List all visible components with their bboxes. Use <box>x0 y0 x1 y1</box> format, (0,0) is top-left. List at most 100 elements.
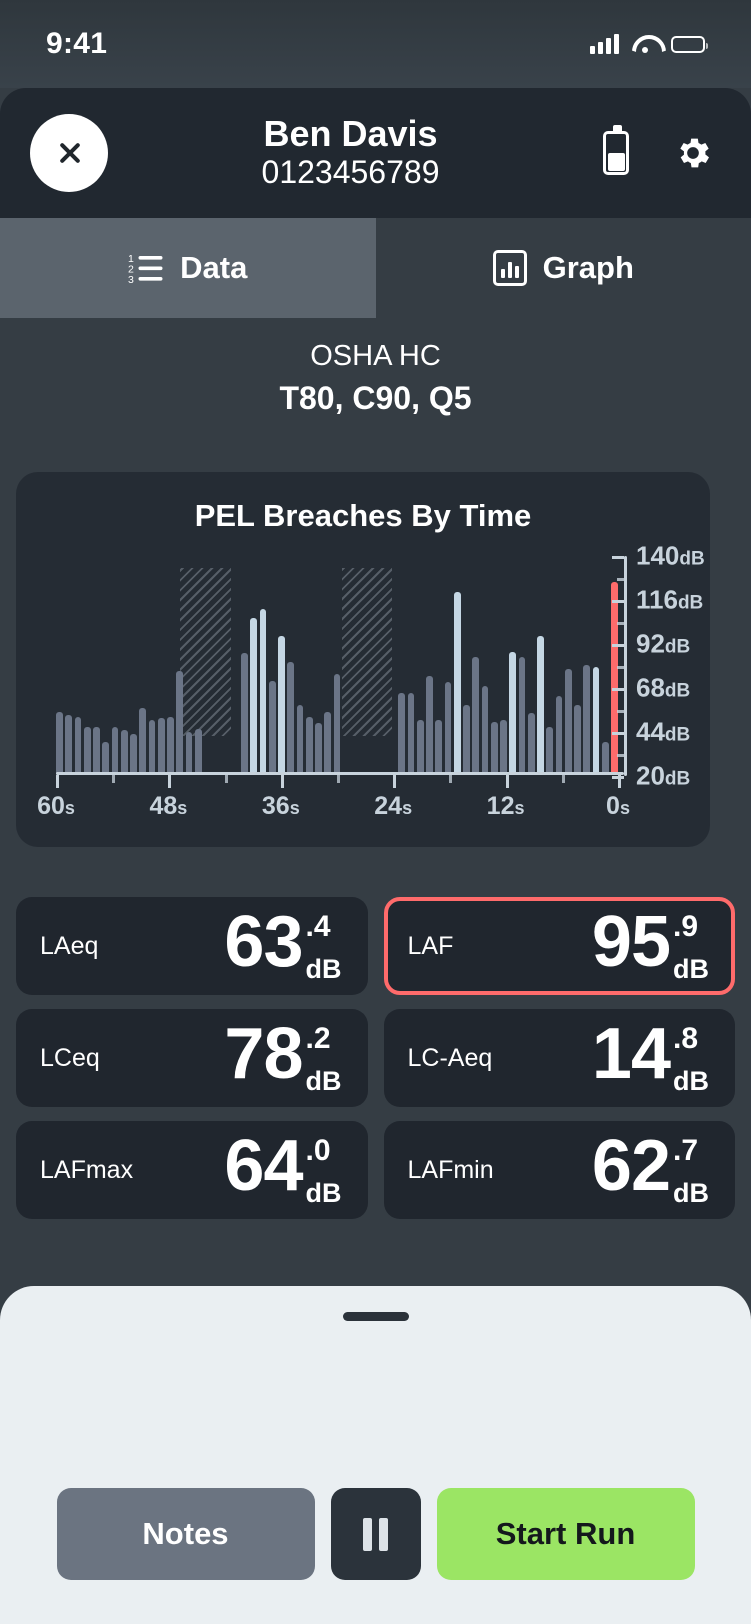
metric-card-lafmin[interactable]: LAFmin 62.7 dB <box>383 1121 735 1219</box>
y-axis-label: 44dB <box>636 716 691 747</box>
notes-button[interactable]: Notes <box>56 1488 315 1580</box>
x-axis-minor-tick <box>224 775 228 783</box>
ordered-list-icon: 1 2 3 <box>128 251 164 286</box>
metric-integer: 14 <box>591 1014 671 1094</box>
chart-bar <box>601 742 609 773</box>
close-button[interactable] <box>30 114 108 192</box>
metric-row: LAFmax 64.0 dB LAFmin 62.7 dB <box>16 1121 735 1219</box>
y-axis-label: 20dB <box>636 760 691 791</box>
y-axis-tick <box>612 776 624 779</box>
metric-integer: 63 <box>224 902 303 982</box>
chart-bar <box>333 673 341 773</box>
chart-bar <box>444 682 452 773</box>
x-axis-minor-tick <box>449 775 453 783</box>
metric-card-lc-aeq[interactable]: LC-Aeq 14.8 dB <box>383 1009 735 1107</box>
x-axis-label: 36s <box>261 792 300 820</box>
chart-bar <box>102 742 109 773</box>
metric-value: 14.8 dB <box>591 1014 709 1096</box>
tab-graph[interactable]: Graph <box>376 218 751 318</box>
x-axis-tick <box>280 775 284 788</box>
y-axis-tick <box>612 600 624 603</box>
metric-row: LCeq 78.2 dB LC-Aeq 14.8 dB <box>16 1009 735 1107</box>
metric-card-lafmax[interactable]: LAFmax 64.0 dB <box>16 1121 368 1219</box>
cellular-bars-icon <box>590 34 619 54</box>
chart-bar <box>407 692 415 773</box>
y-axis-tick <box>612 556 624 559</box>
y-axis-minor-tick <box>617 754 625 757</box>
chart-bar <box>56 711 63 773</box>
x-axis-label: 12s <box>486 792 525 820</box>
x-axis-line <box>56 772 624 775</box>
metric-decimal: .2 <box>305 1022 331 1055</box>
battery-icon <box>671 35 708 53</box>
header-title-group: Ben Davis 0123456789 <box>98 112 603 192</box>
drag-handle[interactable] <box>342 1312 409 1321</box>
chart-bar <box>148 720 156 773</box>
chart-bar <box>305 716 313 773</box>
start-run-button[interactable]: Start Run <box>436 1488 695 1580</box>
standard-name: OSHA HC <box>310 340 441 372</box>
app-header: Ben Davis 0123456789 <box>0 88 751 218</box>
pause-button[interactable] <box>330 1488 421 1580</box>
view-tabs: 1 2 3 Data Graph <box>0 218 751 318</box>
chart-bar <box>324 711 331 773</box>
chart-bar <box>527 713 535 773</box>
close-icon <box>55 139 83 167</box>
chart-bar <box>74 716 82 773</box>
x-axis-tick <box>505 775 509 788</box>
chart-bar <box>185 732 193 773</box>
chart-bar <box>315 723 322 773</box>
chart-bar <box>518 656 526 773</box>
chart-bar <box>241 653 248 773</box>
metric-unit: dB <box>673 954 709 984</box>
chart-bar <box>500 720 507 773</box>
metric-unit: dB <box>305 1066 342 1096</box>
chart-bar <box>157 718 165 773</box>
chart-bar <box>287 661 294 773</box>
measurement-mode: OSHA HC T80, C90, Q5 <box>0 336 751 420</box>
sheet-actions: Notes Start Run <box>0 1488 751 1580</box>
chart-bar <box>555 696 563 773</box>
wifi-icon <box>632 34 658 54</box>
metric-label: LAF <box>407 931 454 960</box>
header-actions <box>603 125 721 175</box>
chart-bar <box>592 667 600 773</box>
tab-graph-label: Graph <box>542 250 634 285</box>
metric-value: 64.0 dB <box>224 1126 341 1207</box>
chart-bar <box>564 668 572 773</box>
chart-bar <box>176 670 183 773</box>
x-axis-label: 60s <box>37 792 75 820</box>
chart-bar <box>463 704 470 773</box>
x-axis-tick <box>168 775 172 788</box>
device-id: 0123456789 <box>261 154 440 191</box>
chart-bar <box>130 733 137 773</box>
user-name: Ben Davis <box>263 112 438 154</box>
x-axis-minor-tick <box>561 775 565 783</box>
metric-value: 62.7 dB <box>592 1130 709 1208</box>
chart-bar <box>139 708 146 773</box>
metric-row: LAeq 63.4 dB LAF 95.9 dB <box>16 897 735 995</box>
svg-text:3: 3 <box>128 274 134 285</box>
metric-integer: 64 <box>224 1126 303 1206</box>
metric-value: 63.4 dB <box>224 902 341 983</box>
chart-bar <box>490 721 498 773</box>
chart-bar <box>268 680 276 773</box>
device-battery-icon[interactable] <box>603 125 629 175</box>
chart-bar <box>537 636 544 773</box>
tab-data-label: Data <box>180 250 248 285</box>
status-time: 9:41 <box>46 27 108 60</box>
metric-card-laeq[interactable]: LAeq 63.4 dB <box>16 897 368 995</box>
tab-data[interactable]: 1 2 3 Data <box>0 218 376 318</box>
gear-icon[interactable] <box>673 133 713 173</box>
metric-card-lceq[interactable]: LCeq 78.2 dB <box>16 1009 368 1107</box>
pause-icon <box>363 1517 388 1551</box>
chart-bar <box>426 675 433 773</box>
metric-unit: dB <box>673 1178 709 1208</box>
y-axis-minor-tick <box>617 710 625 713</box>
metric-unit: dB <box>673 1066 709 1096</box>
chart-bar <box>120 730 128 773</box>
y-axis-tick <box>612 732 624 735</box>
metric-card-laf[interactable]: LAF 95.9 dB <box>383 897 735 995</box>
x-axis-label: 24s <box>374 792 413 820</box>
x-axis-tick <box>393 775 397 788</box>
